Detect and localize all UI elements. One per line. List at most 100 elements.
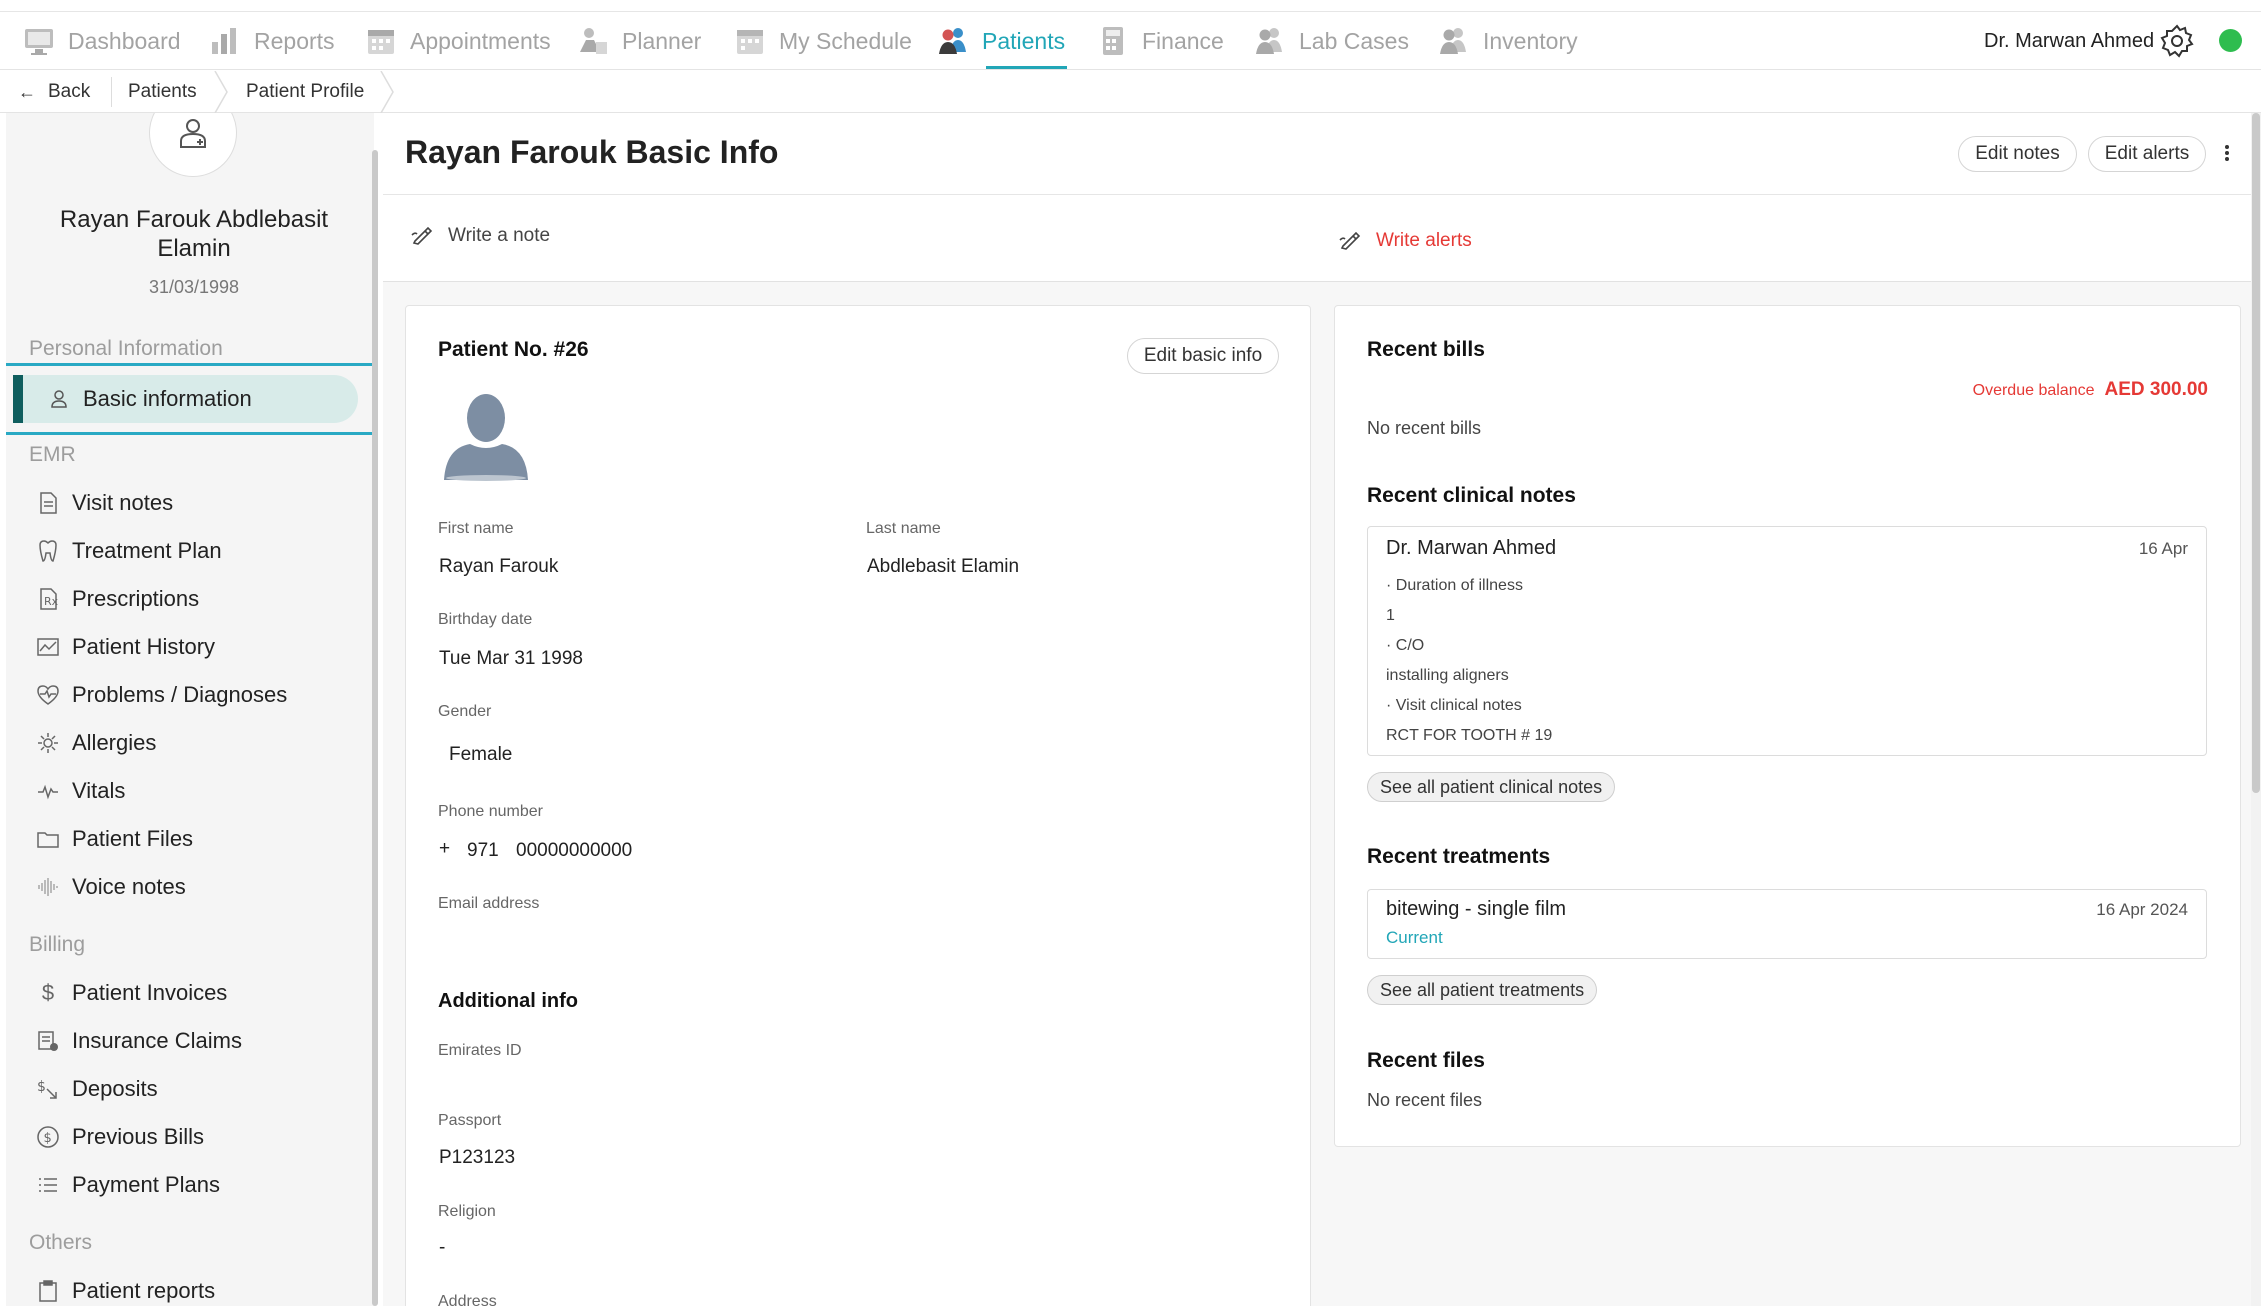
edit-basic-info-button[interactable]: Edit basic info — [1127, 338, 1279, 374]
user-name[interactable]: Dr. Marwan Ahmed — [1984, 12, 2154, 70]
pen-icon — [411, 226, 433, 245]
tooth-icon — [39, 540, 57, 562]
chart-line-icon — [37, 638, 59, 656]
clinical-note-line: installing aligners — [1386, 667, 1509, 684]
sidebar-item-label: Visit notes — [72, 490, 174, 515]
patients-icon — [939, 28, 966, 54]
online-status-dot — [2219, 29, 2242, 52]
nav-inventory[interactable]: Inventory — [1437, 12, 1578, 70]
patient-dob: 31/03/1998 — [148, 277, 240, 297]
phone-label: Phone number — [438, 803, 543, 820]
sidebar-item-label: Insurance Claims — [72, 1028, 242, 1053]
sidebar-item-previous-bills[interactable]: $ Previous Bills — [36, 1117, 204, 1157]
write-note-link[interactable]: Write a note — [410, 223, 550, 249]
nav-lab-cases[interactable]: Lab Cases — [1253, 12, 1409, 70]
phone-plus: + — [439, 838, 451, 859]
nav-reports[interactable]: Reports — [208, 12, 335, 70]
recent-treatments-title: Recent treatments — [1367, 845, 1551, 868]
clinical-note-card[interactable]: Dr. Marwan Ahmed 16 Apr · Duration of il… — [1367, 526, 2207, 756]
sidebar-item-label: Problems / Diagnoses — [72, 682, 288, 707]
person-icon — [51, 390, 67, 408]
sidebar-item-patient-reports[interactable]: Patient reports — [36, 1271, 215, 1306]
email-label: Email address — [438, 895, 540, 912]
chevron-right-icon — [214, 71, 228, 113]
birthday-label: Birthday date — [438, 611, 533, 628]
back-label: Back — [48, 81, 91, 102]
nav-label: Finance — [1142, 27, 1224, 54]
page-title: Rayan Farouk Basic Info — [405, 134, 779, 170]
write-note-label: Write a note — [448, 225, 551, 246]
sidebar-item-insurance-claims[interactable]: Insurance Claims — [36, 1021, 242, 1061]
section-personal-information: Personal Information — [29, 337, 223, 360]
sidebar-item-label: Prescriptions — [72, 586, 200, 611]
breadcrumb: ← Back Patients Patient Profile — [0, 71, 2261, 113]
sidebar-item-patient-history[interactable]: Patient History — [36, 627, 215, 667]
religion-label: Religion — [438, 1203, 496, 1220]
nav-dashboard[interactable]: Dashboard — [22, 12, 181, 70]
sidebar-item-deposits[interactable]: $ Deposits — [36, 1069, 158, 1109]
nav-label: Patients — [982, 27, 1066, 54]
nav-patients[interactable]: Patients — [936, 12, 1065, 70]
nav-appointments[interactable]: Appointments — [364, 12, 551, 70]
sidebar-item-allergies[interactable]: Allergies — [36, 723, 156, 763]
patient-sidebar: Rayan Farouk Abdlebasit Elamin 31/03/199… — [6, 113, 374, 1306]
treatment-status: Current — [1386, 928, 1443, 947]
nav-label: Inventory — [1483, 27, 1578, 54]
write-alerts-label: Write alerts — [1376, 230, 1472, 251]
write-alerts-link[interactable]: Write alerts — [1338, 228, 1472, 254]
sidebar-item-patient-files[interactable]: Patient Files — [36, 819, 193, 859]
svg-text:$: $ — [37, 1079, 46, 1095]
arrow-left-icon: ← — [18, 81, 36, 102]
clipboard-icon — [39, 1280, 57, 1302]
sidebar-item-vitals[interactable]: Vitals — [36, 771, 125, 811]
sidebar-item-voice-notes[interactable]: Voice notes — [36, 867, 186, 907]
coin-icon: $ — [37, 1126, 59, 1148]
edit-notes-button[interactable]: Edit notes — [1958, 136, 2077, 172]
inventory-icon — [1440, 28, 1466, 54]
sidebar-item-visit-notes[interactable]: Visit notes — [36, 483, 173, 523]
sidebar-item-payment-plans[interactable]: Payment Plans — [36, 1165, 220, 1205]
sidebar-item-label: Vitals — [72, 778, 126, 803]
sidebar-item-treatment-plan[interactable]: Treatment Plan — [36, 531, 222, 571]
nav-my-schedule[interactable]: My Schedule — [733, 12, 912, 70]
see-all-clinical-notes-button[interactable]: See all patient clinical notes — [1367, 772, 1616, 802]
breadcrumb-divider — [111, 77, 112, 107]
scroll-thumb[interactable] — [2252, 113, 2260, 793]
heartbeat-icon — [37, 685, 59, 705]
sidebar-item-prescriptions[interactable]: Rx Prescriptions — [36, 579, 199, 619]
sidebar-scrollbar[interactable] — [372, 150, 378, 1306]
edit-alerts-button[interactable]: Edit alerts — [2088, 136, 2206, 172]
nav-finance[interactable]: Finance — [1096, 12, 1224, 70]
treatment-name: bitewing - single film — [1386, 898, 1567, 920]
pen-icon — [1339, 231, 1361, 250]
sidebar-item-label: Patient Files — [72, 826, 194, 851]
no-bills-text: No recent bills — [1367, 418, 1482, 438]
chevron-right-icon — [380, 71, 394, 113]
breadcrumb-patient-profile[interactable]: Patient Profile — [246, 71, 364, 113]
pulse-icon — [38, 784, 58, 800]
nav-planner[interactable]: Planner — [576, 12, 701, 70]
sidebar-item-label: Patient reports — [72, 1278, 216, 1303]
more-options-icon[interactable] — [2222, 141, 2232, 165]
no-files-text: No recent files — [1367, 1090, 1483, 1110]
treatment-card[interactable]: bitewing - single film 16 Apr 2024 Curre… — [1367, 889, 2207, 959]
sidebar-item-patient-invoices[interactable]: $ Patient Invoices — [36, 973, 227, 1013]
see-all-treatments-button[interactable]: See all patient treatments — [1367, 975, 1598, 1005]
sidebar-item-label: Deposits — [72, 1076, 158, 1101]
sidebar-item-problems-diagnoses[interactable]: Problems / Diagnoses — [36, 675, 287, 715]
nav-label: Dashboard — [68, 27, 181, 54]
clinical-note-line: · Visit clinical notes — [1386, 697, 1522, 714]
lab-icon — [1256, 28, 1282, 54]
back-button[interactable]: ← Back — [18, 71, 90, 113]
phone-number-value: 00000000000 — [516, 840, 633, 861]
birthday-value: Tue Mar 31 1998 — [439, 648, 583, 669]
clinical-note-date: 16 Apr — [2138, 539, 2188, 558]
clinical-note-line: RCT FOR TOOTH # 19 — [1386, 727, 1553, 744]
sidebar-item-basic-information[interactable]: Basic information — [6, 363, 374, 435]
main-scrollbar[interactable] — [2251, 113, 2261, 1306]
passport-label: Passport — [438, 1112, 502, 1129]
breadcrumb-patients[interactable]: Patients — [128, 71, 197, 113]
gear-icon[interactable] — [2160, 24, 2194, 58]
phone-country-code: 971 — [467, 840, 499, 861]
patient-avatar[interactable] — [149, 113, 237, 177]
